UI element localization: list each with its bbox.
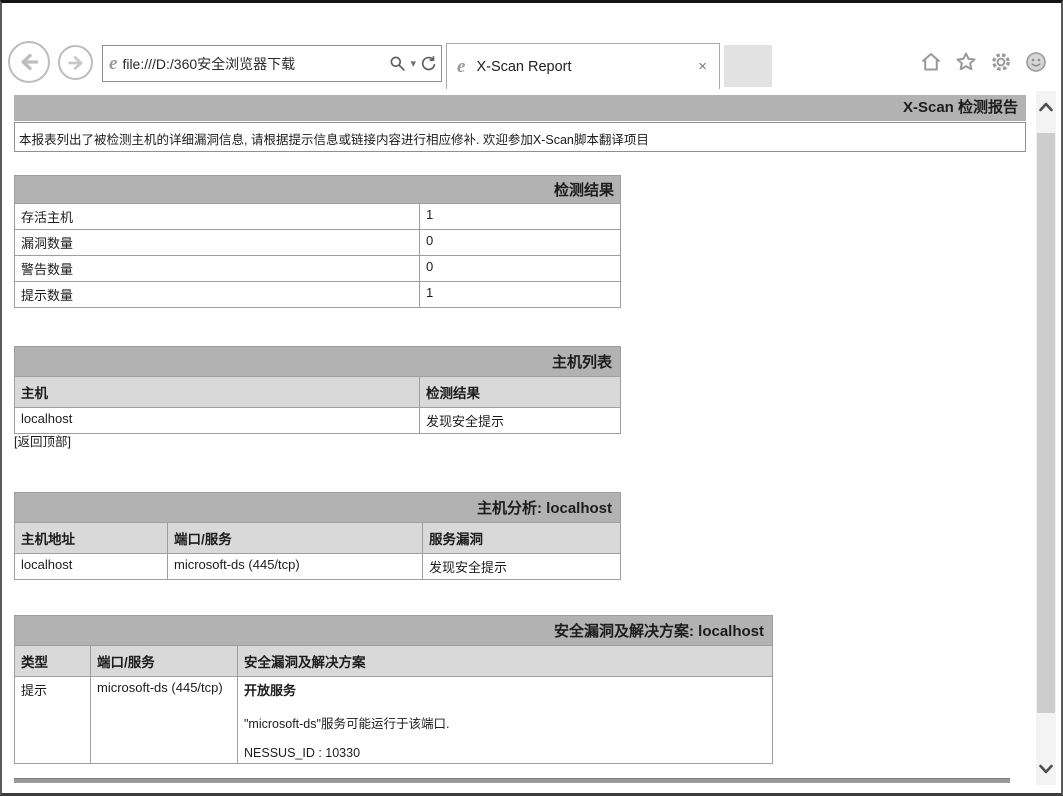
column-header: 检测结果 [420, 377, 621, 408]
host-analysis-table: 主机分析: localhost 主机地址 端口/服务 服务漏洞 localhos… [14, 492, 621, 580]
summary-value: 0 [420, 256, 621, 282]
table-row: localhost 发现安全提示 [15, 408, 621, 434]
browser-window: × e file:///D:/360安全浏览器下载 ▾ [0, 0, 1063, 796]
toolbar-icons [918, 49, 1049, 75]
spacer [244, 699, 766, 713]
column-header: 服务漏洞 [423, 523, 621, 554]
host-list-title: 主机列表 [15, 347, 621, 377]
smiley-icon [1024, 50, 1048, 74]
tab-title: X-Scan Report [470, 59, 694, 75]
column-header: 主机 [15, 377, 420, 408]
host-cell[interactable]: localhost [15, 408, 420, 434]
summary-value: 1 [420, 282, 621, 308]
tab-close-icon[interactable]: × [694, 58, 711, 75]
vulnerability-table: 安全漏洞及解决方案: localhost 类型 端口/服务 安全漏洞及解决方案 … [14, 615, 773, 764]
back-button[interactable] [8, 41, 50, 83]
favorites-button[interactable] [953, 49, 979, 75]
table-header-row: 主机 检测结果 [15, 377, 621, 408]
scrollbar-thumb[interactable] [1037, 133, 1055, 713]
spacer [244, 732, 766, 746]
address-bar-tools: ▾ [387, 55, 437, 72]
column-header: 类型 [15, 646, 91, 677]
tab-xscan-report[interactable]: e X-Scan Report × [446, 43, 720, 89]
table-header-row: 类型 端口/服务 安全漏洞及解决方案 [15, 646, 773, 677]
summary-table: 检测结果 存活主机 1 漏洞数量 0 警告数量 0 提示数量 1 [14, 175, 621, 308]
settings-button[interactable] [988, 49, 1014, 75]
column-header: 主机地址 [15, 523, 168, 554]
home-icon [919, 50, 943, 74]
vertical-scrollbar[interactable] [1036, 91, 1056, 785]
summary-label: 警告数量 [15, 256, 420, 282]
forward-icon [65, 52, 87, 74]
browser-chrome: e file:///D:/360安全浏览器下载 ▾ e X-Scan Repor… [2, 3, 1061, 89]
gear-icon [989, 50, 1013, 74]
host-analysis-title: 主机分析: localhost [15, 493, 621, 523]
vulnerability-title: 安全漏洞及解决方案: localhost [15, 616, 773, 646]
table-row: 警告数量 0 [15, 256, 621, 282]
host-list-table: 主机列表 主机 检测结果 localhost 发现安全提示 [14, 346, 621, 434]
table-row: localhost microsoft-ds (445/tcp) 发现安全提示 [15, 554, 621, 580]
home-button[interactable] [918, 49, 944, 75]
new-tab-button[interactable] [724, 45, 772, 87]
summary-value: 1 [420, 204, 621, 230]
page-title: X-Scan 检测报告 [14, 95, 1026, 121]
column-header: 端口/服务 [168, 523, 423, 554]
chevron-down-icon[interactable]: ▾ [410, 57, 416, 70]
back-to-top-link[interactable]: [返回顶部] [14, 431, 71, 450]
back-icon [16, 49, 42, 75]
vuln-service-name: 开放服务 [244, 680, 766, 699]
table-row: 存活主机 1 [15, 204, 621, 230]
feedback-button[interactable] [1023, 49, 1049, 75]
vuln-detail-cell: 开放服务 "microsoft-ds"服务可能运行于该端口. NESSUS_ID… [238, 677, 773, 764]
forward-button[interactable] [58, 45, 93, 80]
url-input[interactable]: file:///D:/360安全浏览器下载 [122, 54, 387, 74]
search-icon[interactable] [389, 55, 406, 72]
vuln-nessus-id: NESSUS_ID : 10330 [244, 746, 766, 760]
table-row: 提示 microsoft-ds (445/tcp) 开放服务 "microsof… [15, 677, 773, 764]
report-page: X-Scan 检测报告 本报表列出了被检测主机的详细漏洞信息, 请根据提示信息或… [12, 91, 1028, 789]
service-vuln-cell: 发现安全提示 [423, 554, 621, 580]
ie-logo-icon: e [455, 57, 470, 76]
table-row: 漏洞数量 0 [15, 230, 621, 256]
scroll-down-button[interactable] [1036, 753, 1056, 785]
port-service-cell: microsoft-ds (445/tcp) [168, 554, 423, 580]
table-header-row: 主机地址 端口/服务 服务漏洞 [15, 523, 621, 554]
refresh-icon[interactable] [420, 55, 437, 72]
column-header: 安全漏洞及解决方案 [238, 646, 773, 677]
table-row: 提示数量 1 [15, 282, 621, 308]
star-icon [954, 50, 978, 74]
report-description: 本报表列出了被检测主机的详细漏洞信息, 请根据提示信息或链接内容进行相应修补. … [14, 122, 1026, 152]
chevron-down-icon [1039, 764, 1053, 774]
result-cell: 发现安全提示 [420, 408, 621, 434]
summary-label: 存活主机 [15, 204, 420, 230]
vuln-type-cell: 提示 [15, 677, 91, 764]
vuln-port-cell: microsoft-ds (445/tcp) [91, 677, 238, 764]
scroll-up-button[interactable] [1036, 91, 1056, 123]
ie-logo-icon: e [107, 54, 122, 73]
summary-label: 提示数量 [15, 282, 420, 308]
column-header: 端口/服务 [91, 646, 238, 677]
summary-label: 漏洞数量 [15, 230, 420, 256]
address-bar[interactable]: e file:///D:/360安全浏览器下载 ▾ [102, 45, 442, 82]
vuln-detail-text: "microsoft-ds"服务可能运行于该端口. [244, 713, 766, 732]
summary-value: 0 [420, 230, 621, 256]
chevron-up-icon [1039, 102, 1053, 112]
page-bottom-divider [14, 778, 1010, 783]
host-address-cell: localhost [15, 554, 168, 580]
summary-table-title: 检测结果 [15, 176, 621, 204]
